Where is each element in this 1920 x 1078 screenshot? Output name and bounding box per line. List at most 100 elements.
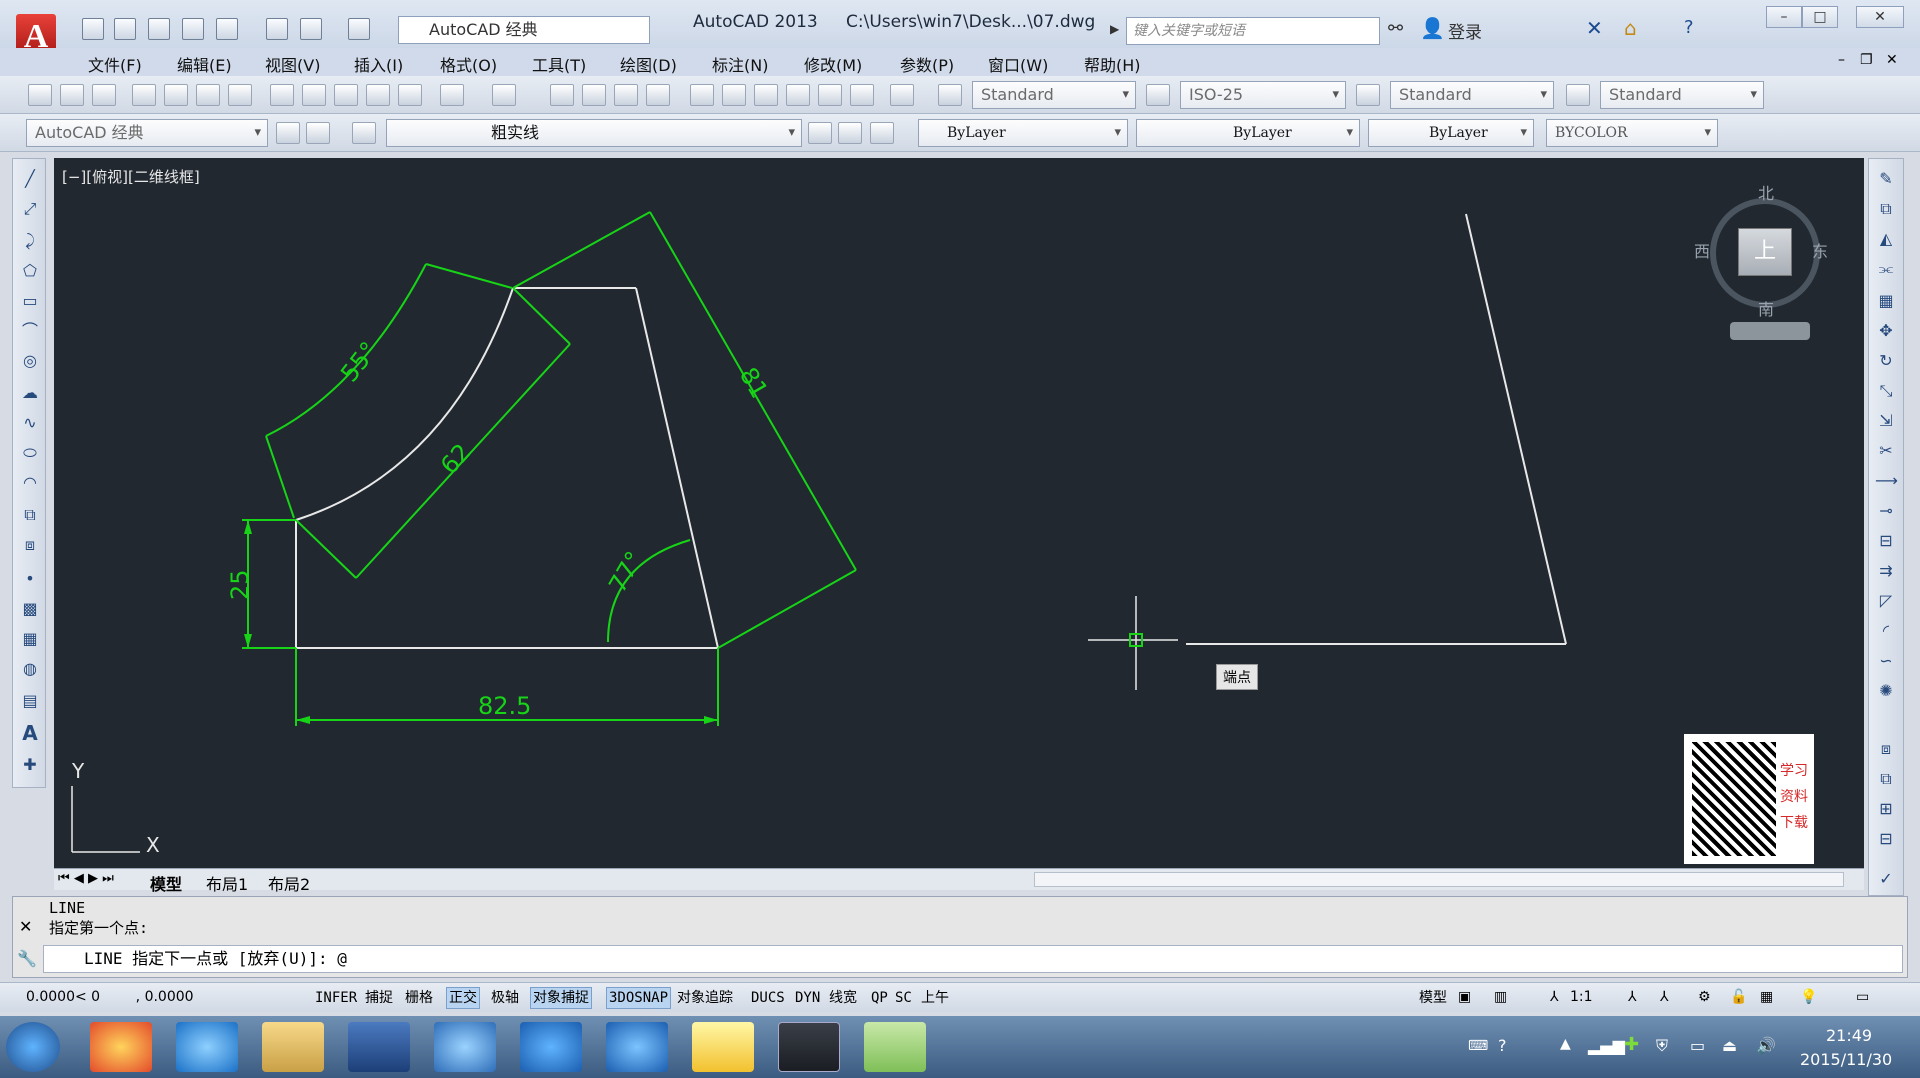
- menu-modify[interactable]: 修改(M): [804, 52, 862, 76]
- tb-sheetset-icon[interactable]: [786, 84, 810, 106]
- dim-style-dropdown[interactable]: ISO-25: [1180, 81, 1346, 109]
- ellipse-icon[interactable]: ⬭: [19, 443, 41, 463]
- layer-dropdown[interactable]: 粗实线: [386, 119, 802, 147]
- menu-file[interactable]: 文件(F): [88, 52, 142, 76]
- tray-app-icon[interactable]: ▭: [1690, 1036, 1705, 1055]
- plot-icon[interactable]: [266, 18, 288, 40]
- revision-cloud-icon[interactable]: ☁: [19, 383, 41, 403]
- construction-line-icon[interactable]: ⤢: [19, 199, 41, 219]
- tab-nav-arrows-icon[interactable]: ⏮ ◀ ▶ ⏭: [58, 871, 114, 886]
- scale-icon[interactable]: ⤡: [1875, 381, 1897, 401]
- quick-view-drawings-icon[interactable]: ▥: [1494, 989, 1507, 1005]
- linetype-dropdown[interactable]: ByLayer: [1136, 119, 1360, 147]
- tb-layer-previous-icon[interactable]: [838, 122, 862, 144]
- menu-format[interactable]: 格式(O): [440, 52, 497, 76]
- join-icon[interactable]: ⇉: [1875, 561, 1897, 581]
- lineweight-dropdown[interactable]: ByLayer: [1368, 119, 1534, 147]
- circle-icon[interactable]: ◎: [19, 351, 41, 371]
- drawing-canvas[interactable]: [−][俯视][二维线框] 55° 62 81 25 77° 82.5 Y X …: [54, 158, 1864, 868]
- mirror-icon[interactable]: ◭: [1875, 229, 1897, 249]
- toggle-ortho[interactable]: 正交: [446, 987, 480, 1009]
- new-icon[interactable]: [82, 18, 104, 40]
- menu-help[interactable]: 帮助(H): [1084, 52, 1141, 76]
- tb-workspace-settings-icon[interactable]: [276, 122, 300, 144]
- horizontal-scrollbar[interactable]: [1034, 872, 1844, 887]
- clock-time[interactable]: 21:49: [1826, 1026, 1872, 1045]
- doc-restore-icon[interactable]: ❐: [1860, 52, 1873, 68]
- ellipse-arc-icon[interactable]: ◠: [19, 473, 41, 493]
- workspace-switch-icon[interactable]: ⚙: [1698, 989, 1711, 1005]
- redo-icon[interactable]: [348, 18, 370, 40]
- tb-help-icon[interactable]: [890, 84, 914, 106]
- rectangle-icon[interactable]: ▭: [19, 291, 41, 311]
- toggle-qp[interactable]: QP: [868, 987, 891, 1009]
- multiline-text-icon[interactable]: A: [19, 723, 41, 743]
- erase-icon[interactable]: ✎: [1875, 169, 1897, 189]
- tb-block-editor-icon[interactable]: [398, 84, 422, 106]
- video-player-icon[interactable]: [348, 1022, 410, 1072]
- annotation-scale[interactable]: 1:1: [1570, 989, 1593, 1005]
- open-icon[interactable]: [114, 18, 136, 40]
- tb-clean-screen-icon[interactable]: [306, 122, 330, 144]
- menu-parameters[interactable]: 参数(P): [900, 52, 954, 76]
- tb-preview-icon[interactable]: [164, 84, 188, 106]
- draworder-above-icon[interactable]: ⊞: [1875, 799, 1897, 819]
- tb-design-center-icon[interactable]: [722, 84, 746, 106]
- tb-cut-icon[interactable]: [270, 84, 294, 106]
- tab-layout2[interactable]: 布局2: [268, 871, 310, 895]
- tb-table-style-icon[interactable]: [1356, 84, 1380, 106]
- keyboard-icon[interactable]: ⌨: [1468, 1038, 1488, 1054]
- offset-icon[interactable]: ⫘: [1875, 259, 1897, 279]
- green-app-icon[interactable]: [864, 1022, 926, 1072]
- minimize-button[interactable]: –: [1766, 6, 1802, 28]
- tb-text-style-icon[interactable]: [938, 84, 962, 106]
- usb-icon[interactable]: ⏏: [1722, 1036, 1737, 1055]
- draworder-front-icon[interactable]: ⧈: [1875, 739, 1897, 759]
- command-input[interactable]: LINE 指定下一点或 [放弃(U)]: @: [43, 945, 1903, 973]
- tb-matchprop-icon[interactable]: [366, 84, 390, 106]
- fillet-icon[interactable]: ◜: [1875, 621, 1897, 641]
- tb-tool-palettes-icon[interactable]: [754, 84, 778, 106]
- polygon-icon[interactable]: ⬠: [19, 261, 41, 281]
- clock-date[interactable]: 2015/11/30: [1800, 1050, 1892, 1069]
- add-selected-icon[interactable]: ✚: [19, 755, 41, 775]
- tb-layer-manager-icon[interactable]: [352, 122, 376, 144]
- menu-dimension[interactable]: 标注(N): [712, 52, 768, 76]
- doc-minimize-icon[interactable]: –: [1838, 52, 1845, 68]
- insert-block-icon[interactable]: ⧉: [19, 505, 41, 525]
- toggle-otrack[interactable]: 对象追踪: [674, 987, 736, 1009]
- bird-app-icon[interactable]: [434, 1022, 496, 1072]
- polyline-icon[interactable]: ⤸: [19, 231, 41, 251]
- save-as-icon[interactable]: [182, 18, 204, 40]
- lock-icon[interactable]: 🔓: [1730, 989, 1747, 1005]
- shield-icon[interactable]: ⛨: [1656, 1036, 1668, 1056]
- exchange-icon[interactable]: ✕: [1586, 16, 1603, 40]
- tb-mleader-style-icon[interactable]: [1566, 84, 1590, 106]
- tab-model[interactable]: 模型: [150, 871, 182, 895]
- explode-icon[interactable]: ✺: [1875, 681, 1897, 701]
- tab-layout1[interactable]: 布局1: [206, 871, 248, 895]
- hardware-accel-icon[interactable]: ▦: [1760, 989, 1773, 1005]
- spellcheck-icon[interactable]: ✓: [1875, 869, 1897, 889]
- trim-icon[interactable]: ✂: [1875, 441, 1897, 461]
- draworder-under-icon[interactable]: ⊟: [1875, 829, 1897, 849]
- tb-open-icon[interactable]: [60, 84, 84, 106]
- toggle-am[interactable]: 上午: [918, 987, 952, 1009]
- tb-new-icon[interactable]: [28, 84, 52, 106]
- start-button-icon[interactable]: [6, 1022, 60, 1072]
- ucs-menu-button[interactable]: [1730, 322, 1810, 340]
- workspace-switch-dropdown[interactable]: AutoCAD 经典: [398, 16, 650, 44]
- toggle-sc[interactable]: SC: [892, 987, 915, 1009]
- tb-markup-icon[interactable]: [818, 84, 842, 106]
- browser-e-icon[interactable]: [606, 1022, 668, 1072]
- skype-icon[interactable]: [520, 1022, 582, 1072]
- menu-window[interactable]: 窗口(W): [988, 52, 1048, 76]
- move-icon[interactable]: ✥: [1875, 321, 1897, 341]
- plotstyle-dropdown[interactable]: BYCOLOR: [1546, 119, 1718, 147]
- viewcube[interactable]: 上 北 南 东 西: [1694, 178, 1834, 340]
- tb-zoom-previous-icon[interactable]: [646, 84, 670, 106]
- array-icon[interactable]: ▦: [1875, 291, 1897, 311]
- mleader-style-dropdown[interactable]: Standard: [1600, 81, 1764, 109]
- undo-icon[interactable]: [300, 18, 322, 40]
- toggle-grid[interactable]: 栅格: [402, 987, 436, 1009]
